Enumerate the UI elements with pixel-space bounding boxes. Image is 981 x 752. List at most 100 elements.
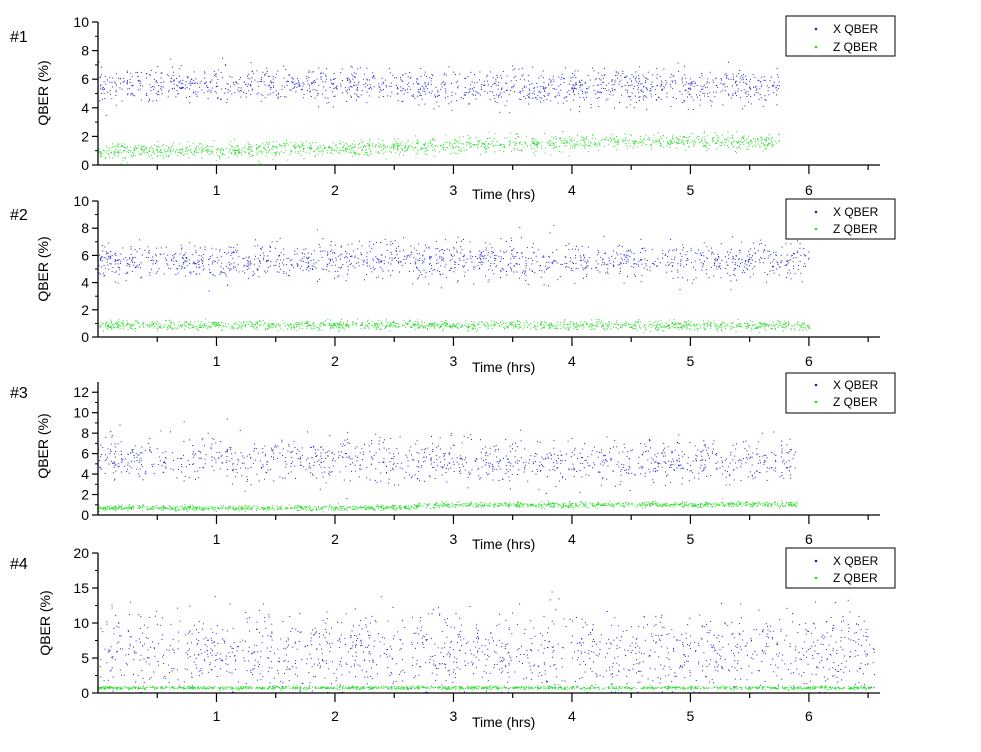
x-qber-point	[543, 255, 545, 257]
x-qber-point	[457, 280, 459, 282]
x-qber-point	[530, 257, 532, 259]
x-qber-point	[644, 258, 646, 260]
z-qber-point	[279, 153, 280, 155]
x-qber-point	[186, 260, 188, 262]
z-qber-point	[458, 150, 460, 152]
x-qber-point	[633, 252, 635, 254]
x-qber-point	[489, 256, 491, 258]
z-qber-point	[238, 321, 240, 323]
x-qber-point	[418, 253, 420, 255]
x-qber-point	[629, 84, 631, 86]
x-qber-point	[626, 106, 628, 108]
x-qber-point	[236, 244, 238, 246]
z-qber-point	[270, 326, 272, 328]
z-qber-point	[798, 324, 800, 326]
x-qber-point	[278, 271, 280, 273]
z-qber-point	[651, 143, 652, 145]
z-qber-point	[761, 324, 763, 326]
z-qber-point	[359, 143, 361, 144]
x-qber-point	[201, 260, 203, 262]
x-qber-point	[773, 258, 775, 260]
x-qber-point	[553, 224, 555, 226]
x-qber-point	[629, 104, 631, 106]
x-qber-point	[327, 254, 328, 256]
x-qber-point	[185, 257, 187, 259]
x-qber-point	[302, 97, 304, 99]
x-qber-point	[162, 86, 164, 88]
z-qber-point	[475, 136, 477, 138]
x-qber-point	[333, 252, 335, 254]
z-qber-point	[758, 140, 760, 142]
x-qber-point	[172, 80, 174, 82]
z-qber-point	[252, 325, 253, 327]
z-qber-point	[211, 150, 213, 152]
z-qber-point	[138, 145, 140, 146]
x-qber-point	[628, 250, 630, 252]
x-qber-point	[369, 265, 371, 267]
x-qber-point	[703, 93, 705, 95]
x-qber-point	[708, 250, 710, 252]
x-qber-point	[524, 86, 525, 88]
z-qber-point	[742, 142, 743, 144]
z-qber-point	[488, 143, 489, 144]
z-qber-point	[743, 135, 745, 137]
x-qber-point	[270, 87, 272, 89]
z-qber-point	[417, 319, 419, 321]
z-qber-point	[198, 148, 200, 150]
x-qber-point	[665, 264, 667, 266]
x-qber-point	[625, 262, 627, 264]
x-qber-point	[734, 274, 736, 276]
x-qber-point	[682, 247, 684, 249]
x-qber-point	[709, 71, 711, 73]
x-qber-point	[225, 275, 227, 277]
z-qber-point	[205, 150, 207, 152]
x-qber-point	[176, 84, 178, 86]
x-qber-point	[132, 93, 133, 95]
z-qber-point	[432, 149, 434, 151]
z-qber-point	[794, 329, 796, 331]
x-qber-point	[672, 250, 674, 252]
x-qber-point	[726, 75, 728, 76]
x-qber-point	[622, 73, 624, 75]
z-qber-point	[676, 143, 678, 145]
x-qber-point	[700, 254, 702, 256]
x-qber-point	[279, 237, 281, 239]
x-qber-point	[394, 256, 396, 258]
z-qber-point	[322, 151, 324, 153]
x-qber-point	[635, 263, 637, 265]
x-qber-point	[690, 82, 692, 84]
x-qber-point	[366, 252, 368, 254]
x-qber-point	[507, 264, 509, 266]
z-qber-point	[439, 326, 441, 328]
z-qber-point	[410, 145, 412, 147]
z-qber-point	[445, 320, 447, 322]
x-qber-point	[550, 79, 552, 81]
z-qber-point	[341, 325, 343, 327]
z-qber-point	[140, 154, 142, 156]
x-qber-point	[479, 71, 481, 73]
x-qber-point	[415, 258, 417, 260]
z-qber-point	[277, 330, 279, 332]
z-qber-point	[742, 137, 744, 139]
x-qber-point	[618, 102, 620, 103]
x-tick-label: 6	[805, 182, 813, 198]
z-qber-point	[703, 323, 705, 325]
z-qber-point	[737, 323, 739, 325]
panel-2: #2 02468101 2 3 4 5 6 QBER (%) Time (hrs) X Q…	[10, 193, 896, 375]
x-qber-point	[661, 89, 663, 91]
x-qber-point	[626, 75, 628, 77]
x-qber-point	[727, 264, 729, 266]
x-qber-point	[323, 269, 325, 271]
z-qber-point	[158, 322, 160, 324]
z-qber-point	[708, 148, 709, 150]
z-qber-point	[368, 143, 370, 145]
z-qber-point	[334, 322, 336, 324]
x-qber-point	[144, 249, 146, 251]
x-qber-point	[272, 92, 274, 94]
z-qber-point	[151, 146, 152, 148]
x-qber-point	[547, 267, 549, 269]
z-qber-point	[424, 142, 426, 144]
x-qber-point	[308, 71, 310, 73]
x-qber-point	[572, 248, 574, 250]
x-qber-point	[365, 83, 367, 85]
